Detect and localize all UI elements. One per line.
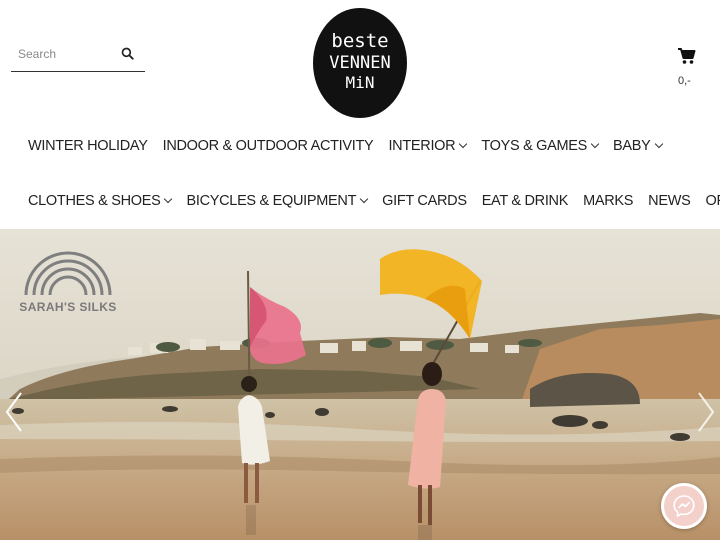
search-bar[interactable] (11, 40, 145, 72)
nav-item-indoor-outdoor-activity[interactable]: INDOOR & OUTDOOR ACTIVITY (163, 138, 374, 154)
cart-total[interactable]: 0,- (678, 75, 691, 87)
chevron-right-icon[interactable] (696, 391, 716, 433)
hero-slider[interactable]: SARAH'S SILKS (0, 229, 720, 540)
nav-item-label: INTERIOR (388, 138, 456, 154)
chevron-down-icon (164, 194, 173, 204)
nav-item-interior[interactable]: INTERIOR (388, 138, 468, 154)
search-input[interactable] (18, 45, 118, 63)
rainbow-icon (24, 251, 112, 296)
nav-item-toys-games[interactable]: TOYS & GAMES (481, 138, 600, 154)
nav-item-news[interactable]: NEWS (648, 193, 691, 209)
nav-item-label: WINTER HOLIDAY (28, 138, 148, 154)
nav-item-label: BICYCLES & EQUIPMENT (186, 193, 357, 209)
nav-item-label: NEWS (648, 193, 691, 209)
messenger-chat-button[interactable] (661, 483, 707, 529)
nav-item-winter-holiday[interactable]: WINTER HOLIDAY (28, 138, 148, 154)
nav-item-marks[interactable]: MARKS (583, 193, 633, 209)
cart-icon[interactable] (677, 46, 697, 66)
logo-text-line-1: beste (331, 30, 389, 52)
nav-item-label: EAT & DRINK (481, 193, 569, 209)
chevron-down-icon (359, 194, 369, 204)
nav-item-label: TOYS & GAMES (481, 138, 588, 154)
chevron-left-icon[interactable] (4, 391, 24, 433)
logo-text-line-2: VENNEN (329, 53, 391, 73)
nav-item-bicycles-equipment[interactable]: BICYCLES & EQUIPMENT (186, 193, 369, 209)
main-nav-row-1: WINTER HOLIDAY INDOOR & OUTDOOR ACTIVITY… (28, 134, 677, 158)
nav-item-label: INDOOR & OUTDOOR ACTIVITY (162, 138, 374, 154)
nav-item-gift-cards[interactable]: GIFT CARDS (382, 193, 467, 209)
nav-item-label: BABY (613, 138, 651, 154)
chevron-down-icon (459, 139, 468, 149)
nav-item-clothes-shoes[interactable]: CLOTHES & SHOES (28, 193, 173, 209)
nav-item-baby[interactable]: BABY (613, 138, 663, 154)
search-icon[interactable] (121, 47, 134, 60)
nav-item-label: OFFER (705, 193, 720, 209)
nav-item-eat-drink[interactable]: EAT & DRINK (481, 193, 569, 209)
chevron-down-icon (654, 139, 663, 149)
site-logo[interactable]: beste VENNEN MiN (313, 8, 407, 118)
nav-item-label: GIFT CARDS (382, 193, 467, 209)
nav-item-offer[interactable]: OFFER (705, 193, 720, 209)
brand-name: SARAH'S SILKS (19, 300, 117, 314)
logo-text-line-3: MiN (345, 73, 375, 92)
messenger-icon (673, 495, 695, 518)
sarahs-silks-logo: SARAH'S SILKS (18, 245, 116, 320)
main-nav-row-2: CLOTHES & SHOES BICYCLES & EQUIPMENT GIF… (28, 189, 720, 213)
nav-item-label: MARKS (583, 193, 634, 209)
nav-item-label: CLOTHES & SHOES (28, 193, 161, 209)
chevron-down-icon (590, 139, 600, 149)
